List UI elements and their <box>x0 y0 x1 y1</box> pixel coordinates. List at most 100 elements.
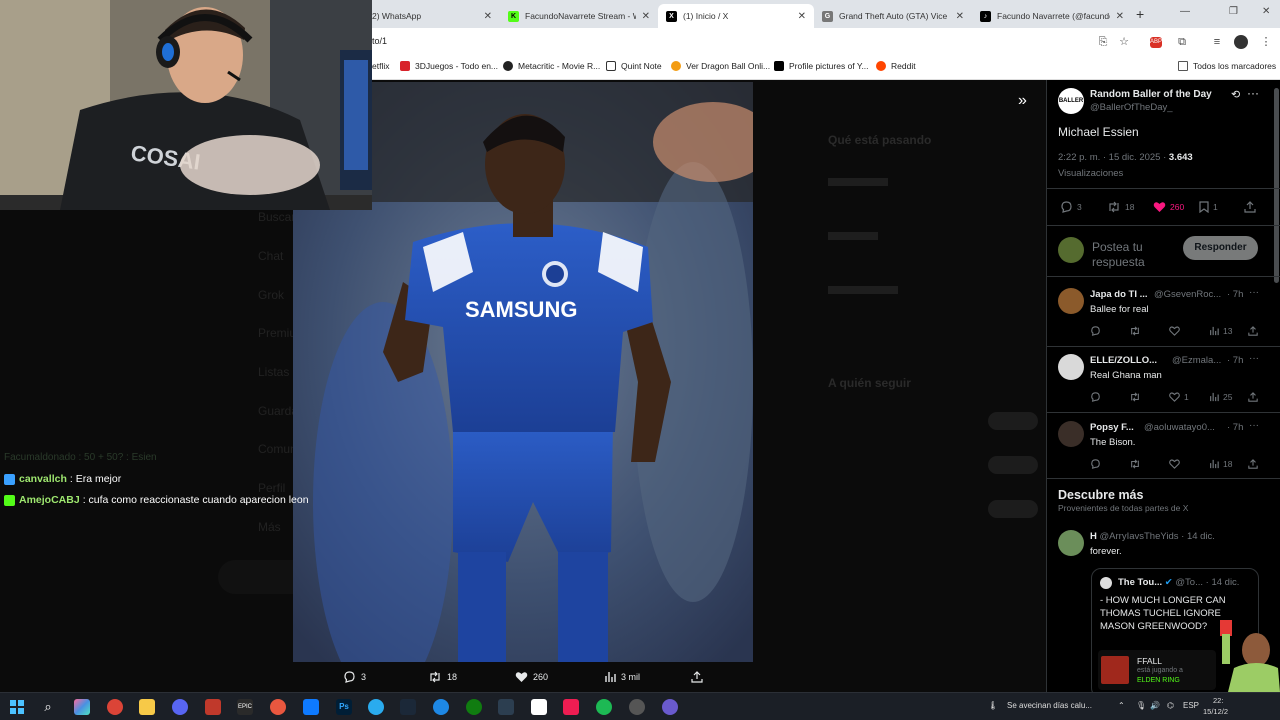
post-avatar[interactable] <box>1058 530 1084 556</box>
close-icon[interactable]: ✕ <box>956 11 964 22</box>
close-icon[interactable]: ✕ <box>798 11 806 22</box>
share-action[interactable] <box>1248 326 1262 336</box>
tab-whatsapp[interactable]: 2) WhatsApp ✕ <box>364 4 500 28</box>
app-icon[interactable] <box>205 699 221 715</box>
grok-icon[interactable]: ⟲ <box>1231 88 1240 101</box>
reply-author-name[interactable]: Japa do TI ... <box>1090 289 1148 300</box>
language-indicator[interactable]: ESP <box>1183 701 1199 710</box>
all-bookmarks-folder[interactable]: Todos los marcadores <box>1178 61 1276 71</box>
reply-action[interactable] <box>1090 392 1105 402</box>
mic-icon[interactable]: 🎙 <box>1136 701 1146 710</box>
scrollbar[interactable] <box>1274 88 1279 283</box>
tray-overflow-icon[interactable]: ⌃ <box>1118 701 1125 710</box>
weather-text[interactable]: Se avecinan días calu... <box>1007 701 1092 710</box>
battlenet-icon[interactable] <box>303 699 319 715</box>
copilot-icon[interactable] <box>74 699 90 715</box>
repost-action[interactable] <box>1129 326 1145 336</box>
reply-author-name[interactable]: Popsy F... <box>1090 422 1134 433</box>
menu-kebab-icon[interactable]: ⋮ <box>1259 35 1273 49</box>
post-handle[interactable]: @ArryIavsTheYids <box>1100 531 1179 542</box>
network-icon[interactable]: ⌬ <box>1167 701 1174 710</box>
weather-icon[interactable]: 🌡 <box>988 701 998 710</box>
views-action[interactable]: 18 <box>1209 459 1232 469</box>
close-window-icon[interactable]: ✕ <box>1262 6 1270 17</box>
reply-action[interactable] <box>1090 459 1105 469</box>
epic-games-icon[interactable]: EPIC <box>237 699 253 715</box>
capcut-icon[interactable] <box>531 699 547 715</box>
like-action[interactable]: 1 <box>1169 392 1189 402</box>
close-icon[interactable]: ✕ <box>1116 11 1124 22</box>
author-avatar[interactable]: BALLER <box>1058 88 1084 114</box>
more-options-icon[interactable]: ··· <box>1249 287 1259 298</box>
spotify-icon[interactable] <box>596 699 612 715</box>
share-action[interactable] <box>1244 201 1260 213</box>
reply-action[interactable]: 3 <box>343 671 366 683</box>
reply-handle[interactable]: @GsevenRoc... <box>1154 289 1221 300</box>
share-action[interactable] <box>1248 392 1262 402</box>
repost-action[interactable] <box>1129 392 1145 402</box>
share-action[interactable] <box>691 671 708 683</box>
views-action[interactable]: 3 mil <box>604 671 640 683</box>
restore-icon[interactable]: ❐ <box>1229 6 1238 17</box>
bookmark-action[interactable]: 1 <box>1199 201 1218 213</box>
photoshop-icon[interactable]: Ps <box>336 699 352 715</box>
reply-avatar[interactable] <box>1058 288 1084 314</box>
tab-gta[interactable]: G Grand Theft Auto (GTA) Vice Ci ✕ <box>814 4 972 28</box>
like-action[interactable] <box>1169 459 1184 469</box>
search-icon[interactable]: ⌕ <box>40 699 56 715</box>
like-action[interactable]: 260 <box>1153 201 1184 213</box>
reply-action[interactable] <box>1090 326 1105 336</box>
more-options-icon[interactable]: ··· <box>1247 86 1259 100</box>
tab-kick-stream[interactable]: K FacundoNavarrete Stream - Wa ✕ <box>500 4 658 28</box>
close-icon[interactable]: ✕ <box>484 11 492 22</box>
user-avatar[interactable] <box>1058 237 1084 263</box>
install-app-icon[interactable]: ⎘ <box>1096 35 1110 49</box>
steam-icon[interactable] <box>400 699 416 715</box>
bookmark-dragonball[interactable]: Ver Dragon Ball Onli... <box>671 61 770 71</box>
bookmark-3djuegos[interactable]: 3DJuegos - Todo en... <box>400 61 498 71</box>
bookmark-reddit[interactable]: Reddit <box>876 61 916 71</box>
extensions-puzzle-icon[interactable]: ⧉ <box>1175 35 1189 49</box>
bookmark-notes[interactable]: Quint Note <box>606 61 662 71</box>
post-author-name[interactable]: H <box>1090 531 1097 542</box>
views-action[interactable]: 25 <box>1209 392 1232 402</box>
repost-action[interactable]: 18 <box>1107 201 1134 213</box>
minimize-icon[interactable]: — <box>1180 6 1190 17</box>
share-action[interactable] <box>1248 459 1262 469</box>
reply-action[interactable]: 3 <box>1060 201 1082 213</box>
reply-author-name[interactable]: ELLE/ZOLLO... <box>1090 355 1157 366</box>
author-name[interactable]: Random Baller of the Day <box>1090 89 1212 100</box>
profile-avatar-icon[interactable] <box>1234 35 1248 49</box>
origin-icon[interactable] <box>270 699 286 715</box>
repost-action[interactable]: 18 <box>428 671 457 683</box>
clock-date[interactable]: 15/12/2 <box>1203 707 1228 716</box>
clock-time[interactable]: 22: <box>1213 696 1223 705</box>
bookmark-metacritic[interactable]: Metacritic - Movie R... <box>503 61 600 71</box>
reply-avatar[interactable] <box>1058 421 1084 447</box>
tab-tiktok[interactable]: ♪ Facundo Navarrete (@facundo ✕ <box>972 4 1132 28</box>
like-action[interactable]: 260 <box>515 671 548 683</box>
new-tab-button[interactable]: + <box>1136 6 1144 22</box>
app-icon[interactable] <box>433 699 449 715</box>
windows-start-icon[interactable] <box>10 700 24 714</box>
tab-x-home[interactable]: X (1) Inicio / X ✕ <box>658 4 814 28</box>
tiktok-icon[interactable] <box>563 699 579 715</box>
repost-action[interactable] <box>1129 459 1145 469</box>
views-action[interactable]: 13 <box>1209 326 1232 336</box>
bookmark-profile-pictures[interactable]: Profile pictures of Y... <box>774 61 869 71</box>
obs-icon[interactable] <box>629 699 645 715</box>
reply-input[interactable]: Postea tu respuesta <box>1092 240 1167 270</box>
bookmark-star-icon[interactable]: ☆ <box>1117 35 1131 49</box>
volume-icon[interactable]: 🔊 <box>1150 701 1160 710</box>
more-options-icon[interactable]: ··· <box>1249 420 1259 431</box>
media-controls-icon[interactable]: ≡ <box>1210 35 1224 49</box>
reply-avatar[interactable] <box>1058 354 1084 380</box>
discord-icon[interactable] <box>172 699 188 715</box>
more-options-icon[interactable]: ··· <box>1249 353 1259 364</box>
url-field[interactable]: to/1 <box>372 36 387 46</box>
reply-handle[interactable]: @aoluwatayo0... <box>1144 422 1215 433</box>
xbox-icon[interactable] <box>466 699 482 715</box>
chrome-icon[interactable] <box>107 699 123 715</box>
app-icon[interactable] <box>498 699 514 715</box>
reply-handle[interactable]: @Ezmala... <box>1172 355 1221 366</box>
